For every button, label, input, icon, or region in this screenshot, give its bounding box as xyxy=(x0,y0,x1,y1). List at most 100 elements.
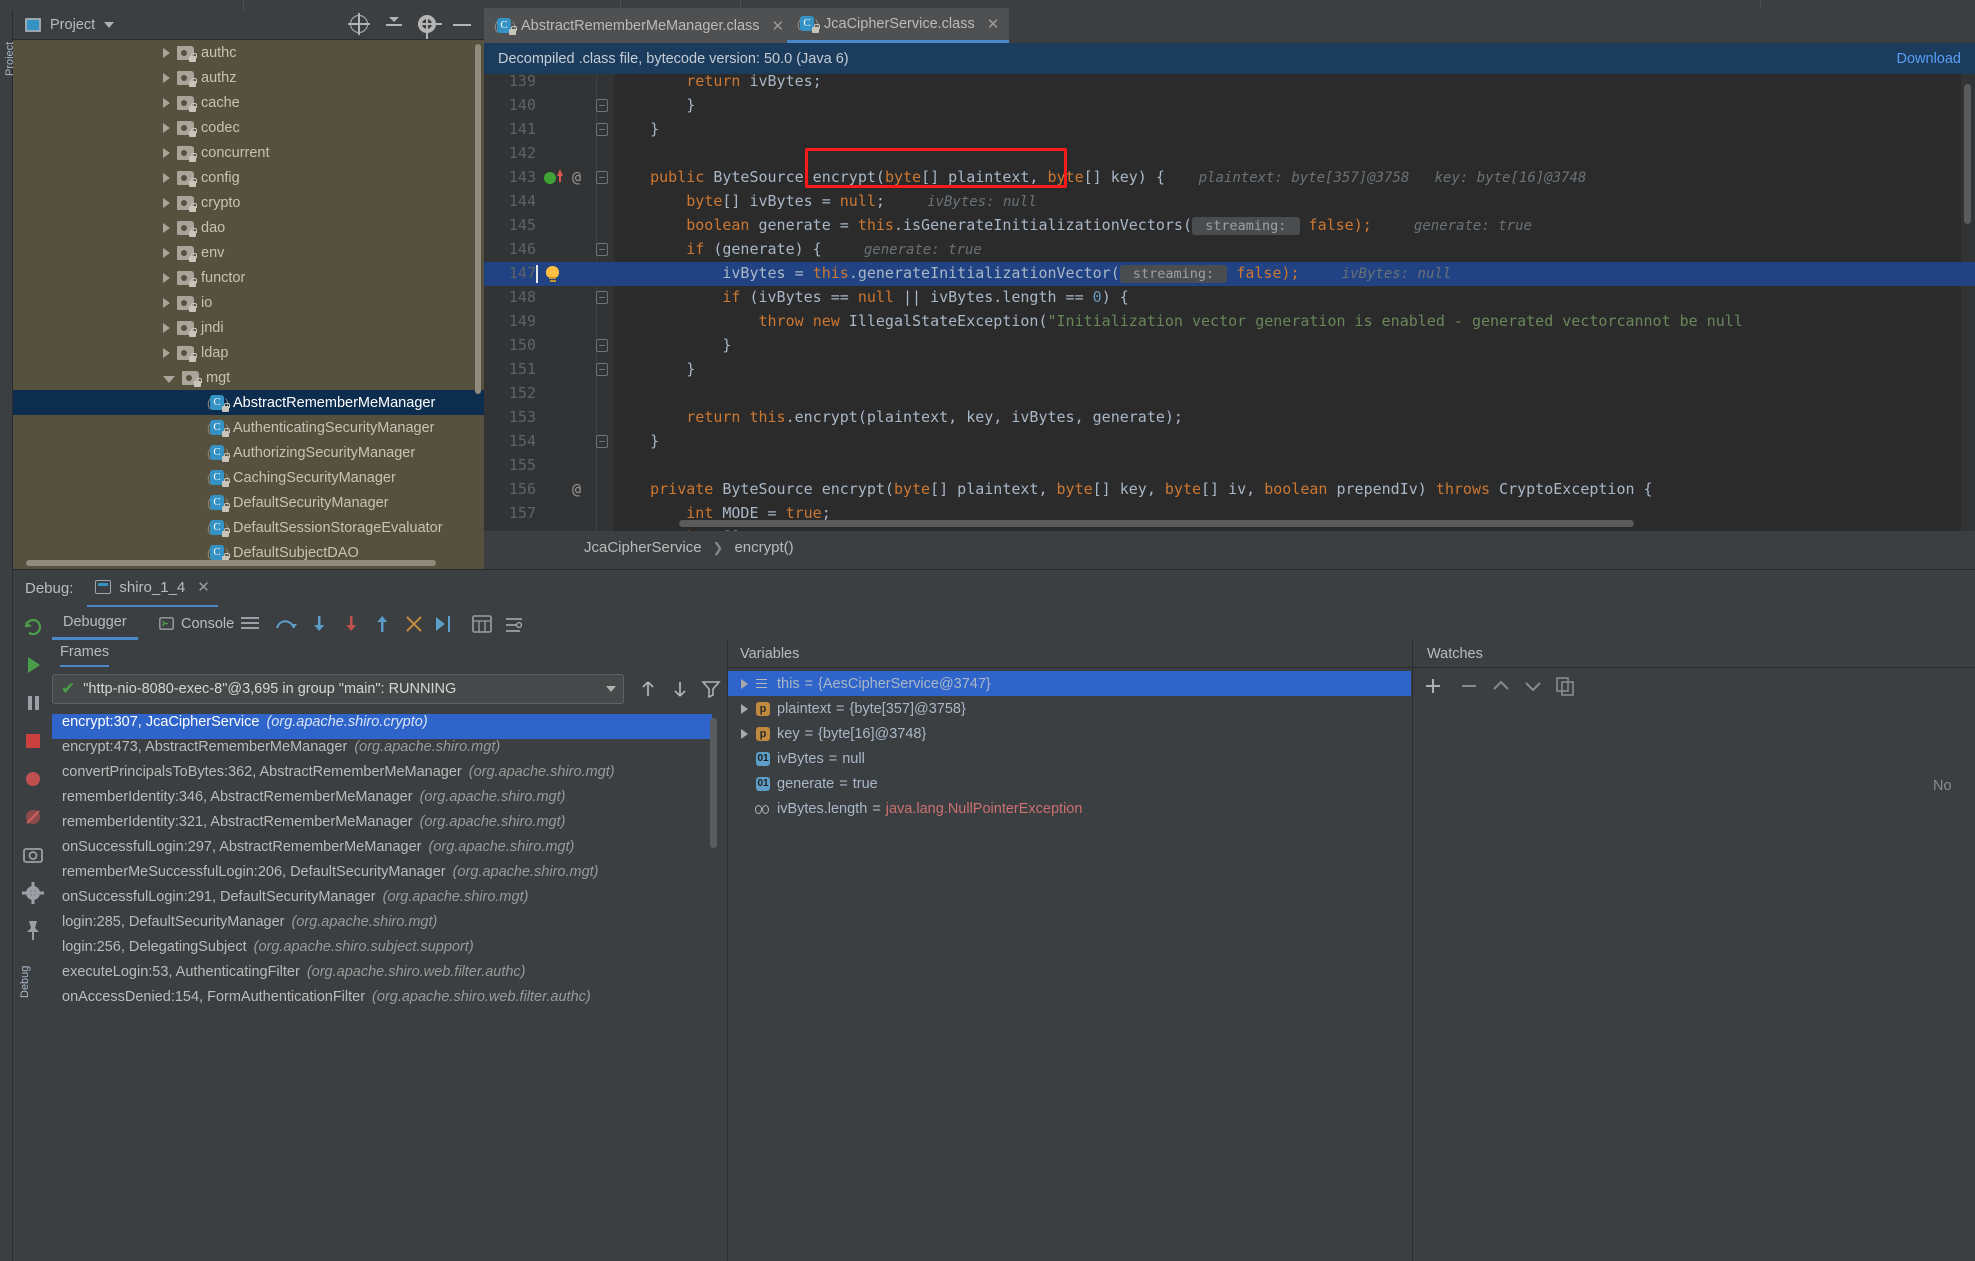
chevron-down-icon[interactable] xyxy=(606,686,616,692)
code-fold-icon[interactable] xyxy=(596,435,608,448)
tree-package-node[interactable]: ldap xyxy=(13,340,484,365)
copy-button[interactable] xyxy=(1553,674,1577,698)
method-override-icon[interactable] xyxy=(556,169,563,176)
editor-line[interactable]: 139 return ivBytes; xyxy=(484,74,1975,94)
close-icon[interactable]: ✕ xyxy=(772,17,785,35)
tree-class-node[interactable]: (C)DefaultSecurityManager xyxy=(13,490,484,515)
download-sources-link[interactable]: Download xyxy=(1897,51,1962,67)
evaluate-expression-icon[interactable] xyxy=(470,612,494,636)
run-to-cursor-icon[interactable] xyxy=(432,612,456,636)
tree-package-node[interactable]: authz xyxy=(13,65,484,90)
chevron-down-icon[interactable] xyxy=(163,375,175,383)
move-up-button[interactable] xyxy=(1489,674,1513,698)
editor-line[interactable]: 141 } xyxy=(484,118,1975,142)
tab-console[interactable]: Console xyxy=(148,607,245,640)
tree-package-node[interactable]: concurrent xyxy=(13,140,484,165)
variable-row[interactable]: ivBytes.length = java.lang.NullPointerExce… xyxy=(728,796,1411,821)
frame-list-item[interactable]: login:256, DelegatingSubject (org.apache.… xyxy=(52,939,712,964)
target-icon[interactable] xyxy=(350,15,370,35)
editor-line[interactable]: 151 } xyxy=(484,358,1975,382)
breadcrumb-method[interactable]: encrypt() xyxy=(734,539,793,556)
move-down-button[interactable] xyxy=(1521,674,1545,698)
step-out-icon[interactable] xyxy=(370,612,394,636)
frame-list-item[interactable]: onAccessDenied:154, FormAuthenticationFi… xyxy=(52,989,712,1014)
editor-line[interactable]: 150 } xyxy=(484,334,1975,358)
variable-row[interactable]: 01 generate = true xyxy=(728,771,1411,796)
thread-selector[interactable]: ✔ "http-nio-8080-exec-8"@3,695 in group … xyxy=(52,674,624,704)
chevron-right-icon[interactable] xyxy=(734,728,754,739)
variable-row[interactable]: p key = {byte[16]@3748} xyxy=(728,721,1411,746)
code-fold-icon[interactable] xyxy=(596,243,608,256)
code-fold-icon[interactable] xyxy=(596,99,608,112)
settings-gear-icon[interactable] xyxy=(20,880,46,906)
close-icon[interactable]: ✕ xyxy=(987,15,1000,33)
tree-package-node[interactable]: io xyxy=(13,290,484,315)
chevron-right-icon[interactable] xyxy=(163,272,170,283)
editor-tab-jcacipherservice[interactable]: (C) JcaCipherService.class ✕ xyxy=(787,8,1010,43)
editor-line[interactable]: 145 boolean generate = this.isGenerateIn… xyxy=(484,214,1975,238)
chevron-right-icon[interactable] xyxy=(734,678,754,689)
step-into-icon[interactable] xyxy=(307,612,331,636)
tree-package-node[interactable]: cache xyxy=(13,90,484,115)
chevron-right-icon[interactable] xyxy=(163,247,170,258)
add-watch-button[interactable] xyxy=(1421,674,1445,698)
code-fold-icon[interactable] xyxy=(596,339,608,352)
tree-class-node[interactable]: (C)DefaultSessionStorageEvaluator xyxy=(13,515,484,540)
editor-line[interactable]: 140 } xyxy=(484,94,1975,118)
collapse-all-icon[interactable] xyxy=(384,15,404,35)
chevron-right-icon[interactable] xyxy=(163,47,170,58)
editor-line[interactable]: 149 throw new IllegalStateException("Ini… xyxy=(484,310,1975,334)
frame-list-item[interactable]: rememberIdentity:346, AbstractRememberMe… xyxy=(52,789,712,814)
view-breakpoints-icon[interactable] xyxy=(20,766,46,792)
editor-line[interactable]: 146 if (generate) { generate: true xyxy=(484,238,1975,262)
close-icon[interactable]: ✕ xyxy=(197,578,210,596)
editor-line[interactable]: 148 if (ivBytes == null || ivBytes.lengt… xyxy=(484,286,1975,310)
intention-bulb-icon[interactable] xyxy=(546,266,559,283)
force-step-into-icon[interactable] xyxy=(339,612,363,636)
variable-row[interactable]: 01 ivBytes = null xyxy=(728,746,1411,771)
editor-line[interactable]: 147 ivBytes = this.generateInitializatio… xyxy=(484,262,1975,286)
chevron-right-icon[interactable] xyxy=(163,347,170,358)
frame-list-item[interactable]: rememberIdentity:321, AbstractRememberMe… xyxy=(52,814,712,839)
pause-program-icon[interactable] xyxy=(20,690,46,716)
mute-breakpoints-icon[interactable] xyxy=(20,804,46,830)
resume-program-icon[interactable] xyxy=(20,652,46,678)
tree-package-node[interactable]: functor xyxy=(13,265,484,290)
hide-icon[interactable] xyxy=(452,15,472,35)
editor-vertical-scrollbar[interactable] xyxy=(1964,84,1971,224)
chevron-right-icon[interactable] xyxy=(163,297,170,308)
tree-class-node[interactable]: (C)AuthenticatingSecurityManager xyxy=(13,415,484,440)
frames-filter-button[interactable] xyxy=(700,678,722,700)
tree-package-node[interactable]: codec xyxy=(13,115,484,140)
frames-down-button[interactable] xyxy=(669,678,691,700)
remove-watch-button[interactable] xyxy=(1457,674,1481,698)
frame-list-item[interactable]: onSuccessfulLogin:297, AbstractRememberM… xyxy=(52,839,712,864)
show-execution-point-icon[interactable] xyxy=(238,612,262,636)
frame-list-item[interactable]: executeLogin:53, AuthenticatingFilter (or… xyxy=(52,964,712,989)
code-fold-icon[interactable] xyxy=(596,363,608,376)
tree-class-node[interactable]: (C)AbstractRememberMeManager xyxy=(13,390,484,415)
chevron-right-icon[interactable] xyxy=(163,72,170,83)
tree-package-node[interactable]: config xyxy=(13,165,484,190)
step-over-icon[interactable] xyxy=(274,612,298,636)
editor-line[interactable]: 143 @ public ByteSource encrypt(byte[] pl… xyxy=(484,166,1975,190)
screenshot-icon[interactable] xyxy=(20,842,46,868)
tree-package-node[interactable]: jndi xyxy=(13,315,484,340)
frame-list-item[interactable]: encrypt:307, JcaCipherService (org.apache… xyxy=(52,714,712,739)
editor-tab-abstractrememberme[interactable]: (C) AbstractRememberMeManager.class ✕ xyxy=(484,8,795,43)
frame-list-item[interactable]: onSuccessfulLogin:291, DefaultSecurityMa… xyxy=(52,889,712,914)
chevron-right-icon[interactable] xyxy=(163,97,170,108)
settings-filter-icon[interactable] xyxy=(502,612,526,636)
chevron-right-icon[interactable] xyxy=(163,322,170,333)
chevron-right-icon[interactable] xyxy=(734,703,754,714)
breadcrumb-class[interactable]: JcaCipherService xyxy=(584,539,702,556)
tree-package-node[interactable]: mgt xyxy=(13,365,484,390)
editor-line[interactable]: 144 byte[] ivBytes = null; ivBytes: null xyxy=(484,190,1975,214)
code-fold-icon[interactable] xyxy=(596,291,608,304)
frames-scrollbar[interactable] xyxy=(710,718,717,848)
variable-row[interactable]: this = {AesCipherService@3747} xyxy=(728,671,1411,696)
variables-list[interactable]: this = {AesCipherService@3747} p plaintext ={… xyxy=(728,671,1411,1261)
chevron-right-icon[interactable] xyxy=(163,172,170,183)
code-fold-icon[interactable] xyxy=(596,123,608,136)
project-tree-horizontal-scrollbar[interactable] xyxy=(26,560,436,566)
